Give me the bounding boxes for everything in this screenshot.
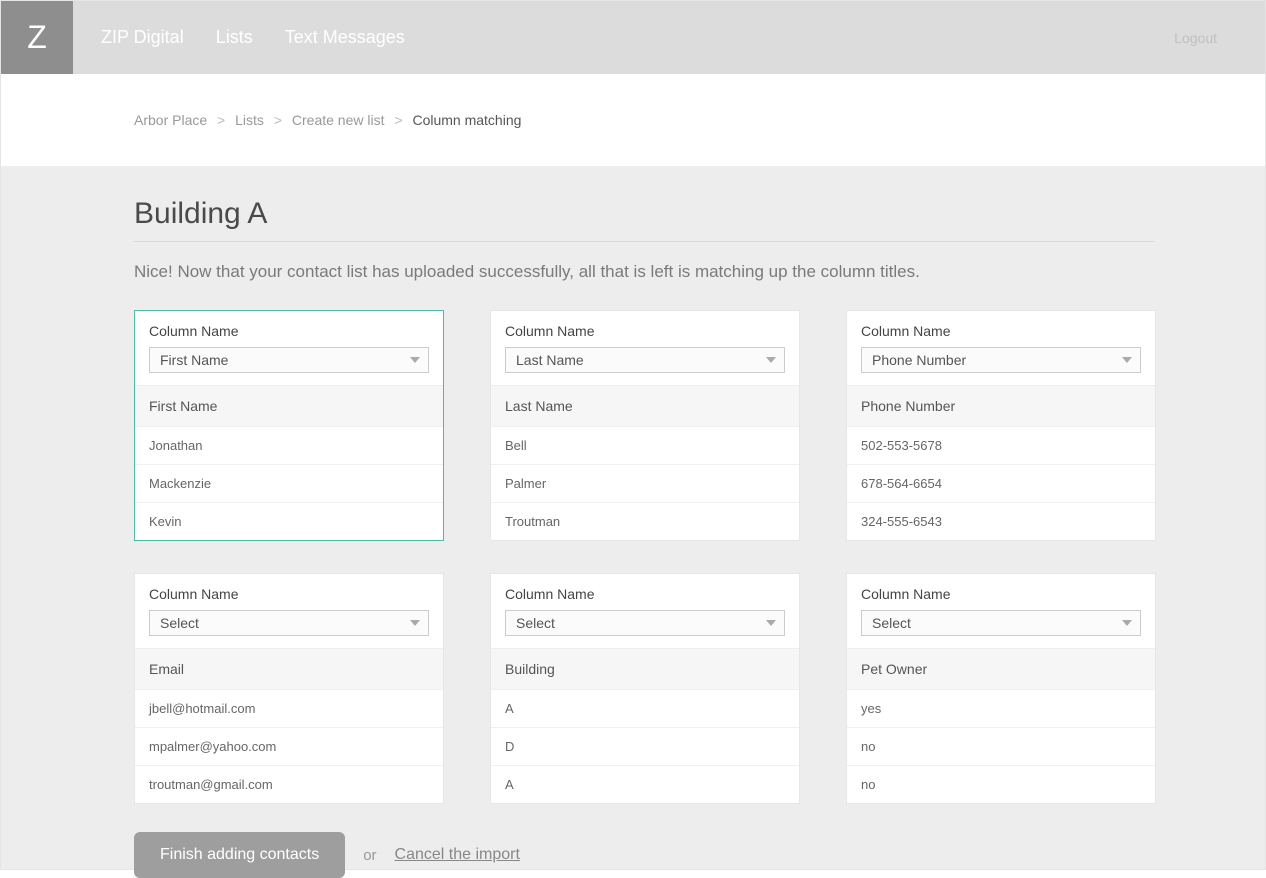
data-row: D — [491, 727, 799, 765]
column-name-label: Column Name — [505, 323, 785, 339]
chevron-down-icon — [766, 620, 776, 626]
column-card: Column Name Select Building A D A — [490, 573, 800, 804]
data-row: no — [847, 765, 1155, 803]
column-header: Last Name — [491, 385, 799, 426]
data-row: troutman@gmail.com — [135, 765, 443, 803]
main-content: Building A Nice! Now that your contact l… — [1, 167, 1265, 878]
nav-lists[interactable]: Lists — [216, 27, 253, 48]
data-row: 324-555-6543 — [847, 502, 1155, 540]
column-select[interactable]: Select — [505, 610, 785, 636]
chevron-down-icon — [766, 357, 776, 363]
data-row: A — [491, 689, 799, 727]
column-card: Column Name Select Email jbell@hotmail.c… — [134, 573, 444, 804]
column-header: First Name — [135, 385, 443, 426]
select-value: Select — [872, 615, 911, 631]
column-name-label: Column Name — [861, 586, 1141, 602]
top-header: Z ZIP Digital Lists Text Messages Logout — [1, 1, 1265, 74]
column-select[interactable]: Select — [149, 610, 429, 636]
select-value: Select — [160, 615, 199, 631]
data-row: Palmer — [491, 464, 799, 502]
data-row: jbell@hotmail.com — [135, 689, 443, 727]
chevron-down-icon — [1122, 357, 1132, 363]
data-row: no — [847, 727, 1155, 765]
breadcrumb-arbor-place[interactable]: Arbor Place — [134, 112, 207, 128]
data-row: Jonathan — [135, 426, 443, 464]
chevron-down-icon — [410, 620, 420, 626]
app-frame: Z ZIP Digital Lists Text Messages Logout… — [0, 0, 1266, 870]
column-card: Column Name Last Name Last Name Bell Pal… — [490, 310, 800, 541]
column-cards-grid: Column Name First Name First Name Jonath… — [134, 310, 1152, 804]
column-card: Column Name Select Pet Owner yes no no — [846, 573, 1156, 804]
data-row: yes — [847, 689, 1155, 727]
breadcrumb-sep: > — [274, 112, 282, 128]
select-value: First Name — [160, 352, 228, 368]
actions-row: Finish adding contacts or Cancel the imp… — [134, 832, 1152, 878]
finish-adding-contacts-button[interactable]: Finish adding contacts — [134, 832, 345, 878]
chevron-down-icon — [1122, 620, 1132, 626]
data-row: 678-564-6654 — [847, 464, 1155, 502]
breadcrumb-sep: > — [394, 112, 402, 128]
column-card: Column Name First Name First Name Jonath… — [134, 310, 444, 541]
logo[interactable]: Z — [1, 1, 73, 74]
select-value: Last Name — [516, 352, 584, 368]
logo-letter: Z — [27, 19, 47, 56]
select-value: Select — [516, 615, 555, 631]
column-name-label: Column Name — [149, 586, 429, 602]
page-subtitle: Nice! Now that your contact list has upl… — [134, 262, 1152, 282]
or-text: or — [363, 847, 376, 864]
chevron-down-icon — [410, 357, 420, 363]
breadcrumb-current: Column matching — [412, 112, 521, 128]
select-value: Phone Number — [872, 352, 966, 368]
data-row: Bell — [491, 426, 799, 464]
data-row: 502-553-5678 — [847, 426, 1155, 464]
breadcrumb-lists[interactable]: Lists — [235, 112, 264, 128]
breadcrumb-sep: > — [217, 112, 225, 128]
breadcrumb-create-new-list[interactable]: Create new list — [292, 112, 385, 128]
column-select[interactable]: Last Name — [505, 347, 785, 373]
column-name-label: Column Name — [861, 323, 1141, 339]
main-nav: ZIP Digital Lists Text Messages — [101, 27, 405, 48]
column-name-label: Column Name — [149, 323, 429, 339]
logout-link[interactable]: Logout — [1174, 30, 1217, 46]
column-select[interactable]: Select — [861, 610, 1141, 636]
cancel-import-link[interactable]: Cancel the import — [395, 846, 520, 864]
column-select[interactable]: Phone Number — [861, 347, 1141, 373]
column-header: Building — [491, 648, 799, 689]
nav-text-messages[interactable]: Text Messages — [285, 27, 405, 48]
column-header: Email — [135, 648, 443, 689]
breadcrumb: Arbor Place > Lists > Create new list > … — [134, 112, 521, 128]
data-row: Kevin — [135, 502, 443, 540]
data-row: Troutman — [491, 502, 799, 540]
page-title: Building A — [134, 197, 1154, 242]
column-header: Phone Number — [847, 385, 1155, 426]
column-select[interactable]: First Name — [149, 347, 429, 373]
data-row: A — [491, 765, 799, 803]
data-row: Mackenzie — [135, 464, 443, 502]
data-row: mpalmer@yahoo.com — [135, 727, 443, 765]
column-name-label: Column Name — [505, 586, 785, 602]
column-header: Pet Owner — [847, 648, 1155, 689]
breadcrumb-bar: Arbor Place > Lists > Create new list > … — [1, 74, 1265, 167]
nav-brand[interactable]: ZIP Digital — [101, 27, 184, 48]
column-card: Column Name Phone Number Phone Number 50… — [846, 310, 1156, 541]
